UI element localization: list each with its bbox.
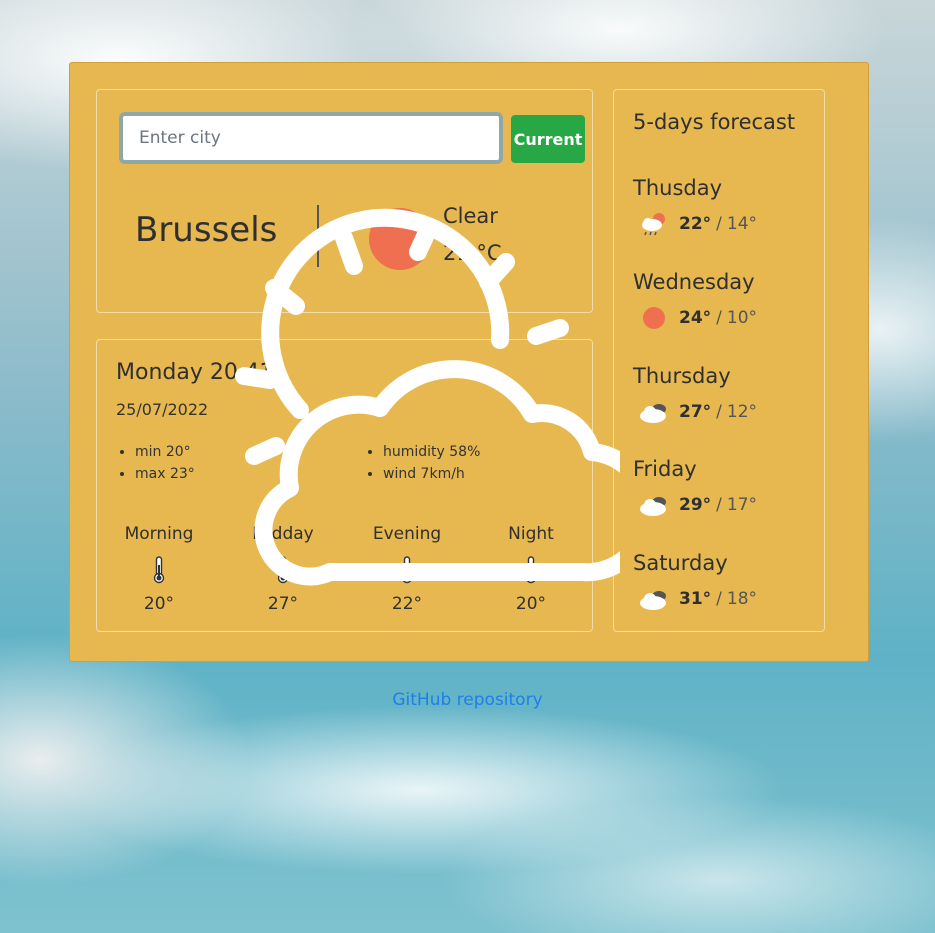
forecast-day: Thusday 22°/14° <box>633 176 823 238</box>
separator: / <box>716 214 722 234</box>
period-temp: 20° <box>143 594 175 614</box>
city-name: Brussels <box>135 210 278 250</box>
period-midday: Midday 27° <box>238 524 328 614</box>
forecast-high: 31° <box>679 589 712 609</box>
separator: / <box>716 308 722 328</box>
period-evening: Evening 22° <box>362 524 452 614</box>
forecast-day: Wednesday 24°/10° <box>633 270 823 332</box>
separator: / <box>716 589 722 609</box>
period-temp: 20° <box>515 594 547 614</box>
date: 25/07/2022 <box>116 400 209 419</box>
sun-icon <box>369 208 431 270</box>
divider <box>317 205 319 267</box>
dark-cloud-icon <box>640 497 666 516</box>
separator: / <box>716 402 722 422</box>
current-location-button[interactable]: Current <box>511 115 585 163</box>
max-temp: max 23° <box>135 466 195 482</box>
period-label: Morning <box>124 524 194 544</box>
humidity: humidity 58% <box>383 444 480 460</box>
current-weather-card: Current Brussels Clear 21 °C <box>96 89 593 313</box>
forecast-low: 18° <box>726 589 758 609</box>
day-time: Monday 20:41 <box>116 360 274 385</box>
wind: wind 7km/h <box>383 466 480 482</box>
forecast-high: 29° <box>679 495 712 515</box>
forecast-day-name: Saturday <box>633 551 728 575</box>
forecast-day-name: Thursday <box>633 364 731 388</box>
weather-app-panel: Current Brussels Clear 21 °C Monday 20:4… <box>69 62 869 662</box>
period-label: Night <box>508 524 554 544</box>
forecast-high: 22° <box>679 214 712 234</box>
forecast-day: Friday 29°/17° <box>633 457 823 519</box>
period-label: Midday <box>252 524 314 544</box>
period-label: Evening <box>372 524 442 544</box>
thermometer-icon <box>277 556 289 584</box>
sun-icon <box>643 307 665 329</box>
forecast-low: 12° <box>726 402 758 422</box>
period-morning: Morning 20° <box>114 524 204 614</box>
city-search-input[interactable] <box>119 112 503 164</box>
separator: / <box>716 495 722 515</box>
thermometer-icon <box>401 556 413 584</box>
details-card: Monday 20:41 25/07/2022 min 20° max 23° … <box>96 339 593 632</box>
forecast-low: 17° <box>726 495 758 515</box>
thermometer-icon <box>525 556 537 584</box>
current-temperature: 21 °C <box>443 241 502 265</box>
humidity-wind-list: humidity 58% wind 7km/h <box>383 444 480 488</box>
forecast-low: 10° <box>726 308 758 328</box>
forecast-card: 5-days forecast Thusday 22°/14° Wednesda… <box>613 89 825 632</box>
forecast-day-name: Friday <box>633 457 697 481</box>
dark-cloud-icon <box>640 404 666 423</box>
min-max-list: min 20° max 23° <box>135 444 195 488</box>
forecast-low: 14° <box>726 214 758 234</box>
thermometer-icon <box>153 556 165 584</box>
forecast-day: Thursday 27°/12° <box>633 364 823 426</box>
forecast-title: 5-days forecast <box>633 110 796 134</box>
period-temp: 27° <box>267 594 299 614</box>
forecast-high: 27° <box>679 402 712 422</box>
github-repository-link[interactable]: GitHub repository <box>0 690 935 710</box>
dark-cloud-icon <box>640 591 666 610</box>
period-temp: 22° <box>391 594 423 614</box>
min-temp: min 20° <box>135 444 195 460</box>
forecast-day-name: Wednesday <box>633 270 755 294</box>
forecast-high: 24° <box>679 308 712 328</box>
rain-sun-cloud-icon <box>642 213 665 236</box>
weather-condition: Clear <box>443 204 498 228</box>
period-night: Night 20° <box>486 524 576 614</box>
forecast-day-name: Thusday <box>633 176 723 200</box>
forecast-day: Saturday 31°/18° <box>633 551 823 613</box>
